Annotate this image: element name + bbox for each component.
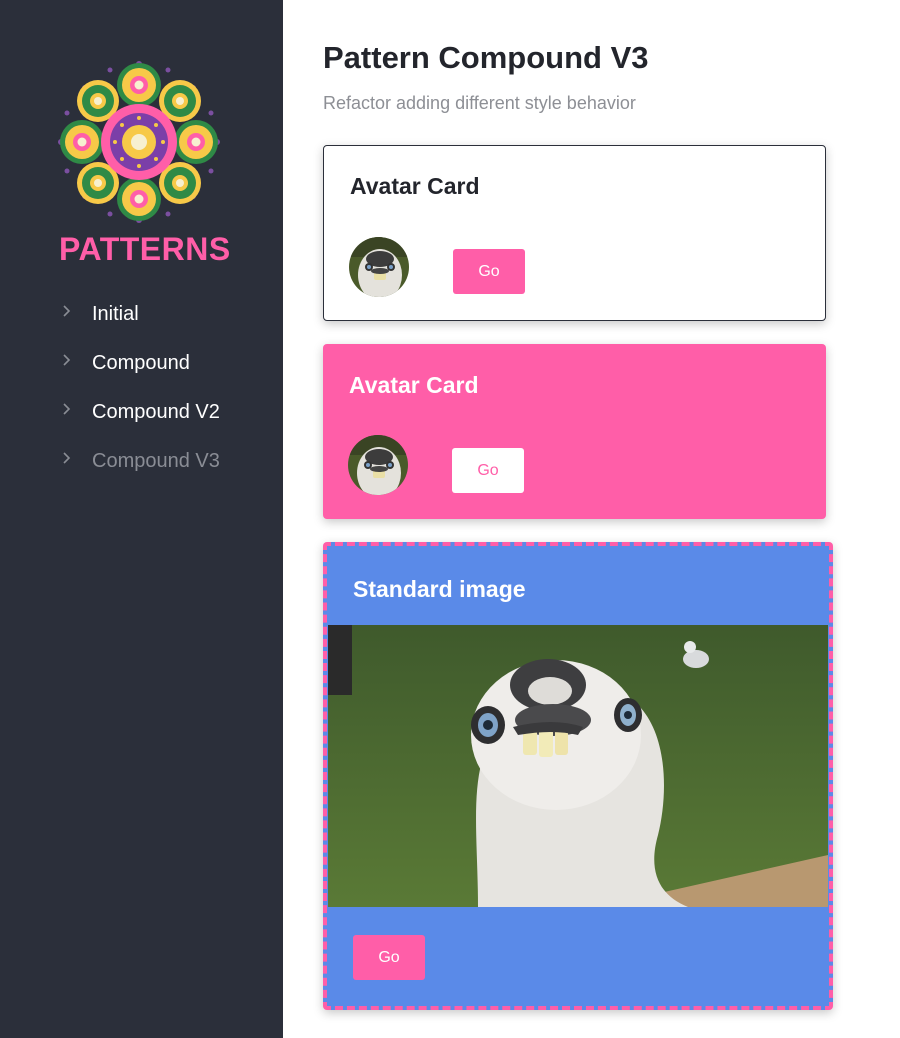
- chevron-right-icon: [60, 451, 74, 465]
- chevron-right-icon: [60, 402, 74, 416]
- sidebar: PATTERNS Initial Compound Compound V2 Co…: [0, 0, 283, 1038]
- sidebar-item-compound-v2[interactable]: Compound V2: [60, 388, 220, 437]
- avatar-card-pink: Avatar Card Go: [323, 344, 826, 519]
- sidebar-item-label: Initial: [92, 303, 139, 325]
- card-title: Avatar Card: [350, 173, 480, 199]
- chevron-right-icon: [60, 353, 74, 367]
- sidebar-item-compound-v3[interactable]: Compound V3: [60, 437, 220, 486]
- llama-photo: [328, 625, 828, 907]
- sidebar-nav: Initial Compound Compound V2 Compound V3: [60, 290, 220, 486]
- chevron-right-icon: [60, 304, 74, 318]
- page-subtitle: Refactor adding different style behavior: [323, 93, 636, 113]
- sidebar-item-label: Compound: [92, 352, 190, 374]
- sidebar-item-label: Compound V3: [92, 450, 220, 472]
- sidebar-item-compound[interactable]: Compound: [60, 339, 220, 388]
- mandala-logo: [55, 58, 223, 226]
- page-title: Pattern Compound V3: [323, 40, 649, 75]
- sidebar-item-label: Compound V2: [92, 401, 220, 423]
- sidebar-item-initial[interactable]: Initial: [60, 290, 220, 339]
- avatar: [349, 237, 409, 297]
- card-title: Avatar Card: [349, 372, 479, 398]
- go-button[interactable]: Go: [452, 448, 524, 493]
- brand-title: PATTERNS: [59, 231, 231, 267]
- avatar-card-outline: Avatar Card Go: [323, 145, 826, 321]
- avatar: [348, 435, 408, 495]
- app: PATTERNS Initial Compound Compound V2 Co…: [0, 0, 900, 1038]
- go-button[interactable]: Go: [453, 249, 525, 294]
- go-button[interactable]: Go: [353, 935, 425, 980]
- card-title: Standard image: [353, 576, 526, 602]
- standard-image-card: Standard image Go: [323, 542, 833, 1010]
